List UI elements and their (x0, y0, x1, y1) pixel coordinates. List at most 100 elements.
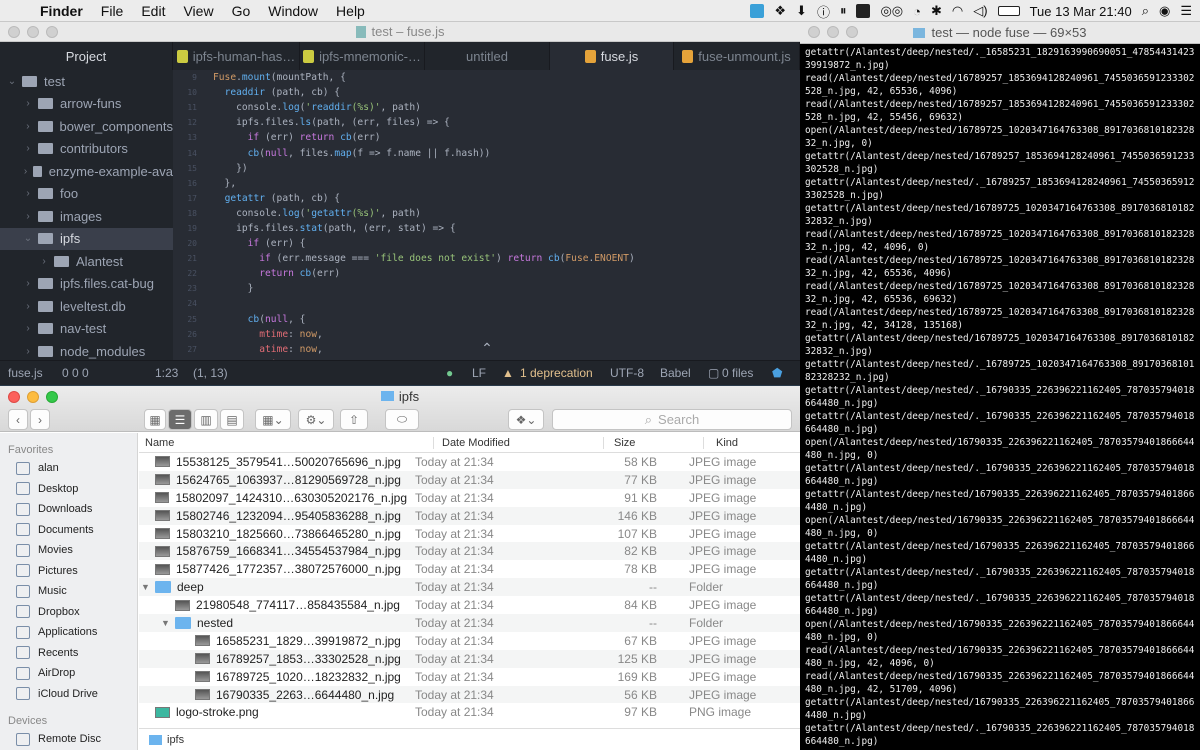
code-line[interactable]: 9 Fuse.mount(mountPath, { (173, 70, 800, 85)
sidebar-item-airdrop[interactable]: AirDrop (0, 663, 137, 684)
menu-edit[interactable]: Edit (132, 3, 174, 19)
status-cursor[interactable]: 1:23 (155, 366, 178, 380)
status-file-name[interactable]: fuse.js (8, 366, 43, 380)
zoom-button[interactable] (46, 26, 58, 38)
close-button[interactable] (8, 26, 20, 38)
glasses-icon[interactable]: ◎◎ (880, 3, 903, 19)
sidebar-item-dropbox[interactable]: Dropbox (0, 602, 137, 623)
code-line[interactable]: 23 } (173, 281, 800, 296)
tab-fuse-js[interactable]: fuse.js (550, 42, 674, 70)
file-row[interactable]: 15624765_1063937…81290569728_n.jpg Today … (139, 470, 800, 489)
sidebar-item-recents[interactable]: Recents (0, 643, 137, 664)
column-kind-header[interactable]: Kind (703, 436, 738, 449)
path-bar-item[interactable]: ipfs (167, 734, 184, 746)
file-row[interactable]: 16790335_2263…6644480_n.jpg Today at 21:3… (139, 685, 800, 704)
tree-item[interactable]: › node_modules (0, 340, 173, 360)
tree-item[interactable]: › ipfs.files.cat-bug (0, 273, 173, 296)
search-input[interactable]: ⌕ Search (552, 409, 792, 430)
menu-file[interactable]: File (92, 3, 133, 19)
cube-icon[interactable] (750, 4, 765, 18)
tags-button[interactable]: ⬭ (385, 409, 419, 430)
info-icon[interactable]: ⓘ (817, 2, 830, 21)
disclosure-triangle-icon[interactable]: ▼ (141, 582, 155, 592)
code-line[interactable]: 20 if (err) { (173, 236, 800, 251)
sidebar-item-music[interactable]: Music (0, 581, 137, 602)
battery-icon[interactable] (997, 6, 1020, 16)
status-grammar[interactable]: Babel (660, 366, 691, 380)
menu-app-finder[interactable]: Finder (36, 3, 92, 19)
tree-item[interactable]: › bower_components (0, 115, 173, 138)
tab-project[interactable]: Project (0, 42, 173, 70)
list-view-button[interactable]: ☰ (168, 409, 192, 430)
column-date-header[interactable]: Date Modified (433, 436, 603, 449)
arrange-button[interactable]: ▦⌄ (255, 409, 291, 430)
code-line[interactable]: 13 if (err) return cb(err) (173, 130, 800, 145)
folder-row[interactable]: ▼ nested Today at 21:34 -- Folder (139, 614, 800, 632)
squirrel-icon[interactable]: ⬟ (772, 366, 782, 380)
tree-item[interactable]: › enzyme-example-ava (0, 160, 173, 183)
tree-item[interactable]: › leveltest.db (0, 295, 173, 318)
sidebar-item-pictures[interactable]: Pictures (0, 561, 137, 582)
pause-icon[interactable]: ⏸ (840, 3, 847, 19)
file-row[interactable]: 15803210_1825660…73866465280_n.jpg Today … (139, 525, 800, 543)
sidebar-item-downloads[interactable]: Downloads (0, 499, 137, 520)
tab-untitled[interactable]: untitled (425, 42, 550, 70)
sidebar-item-remote-disc[interactable]: Remote Disc (0, 729, 137, 750)
folder-row[interactable]: ▼ deep Today at 21:34 -- Folder (139, 578, 800, 597)
back-button[interactable]: ‹ (8, 409, 28, 430)
code-line[interactable]: 12 ipfs.files.ls(path, (err, files) => { (173, 115, 800, 130)
tab-fuse-unmount[interactable]: fuse-unmount.js (674, 42, 800, 70)
file-row[interactable]: logo-stroke.png Today at 21:34 97 KB PNG im… (139, 703, 800, 721)
menu-window[interactable]: Window (259, 3, 327, 19)
column-size-header[interactable]: Size (603, 436, 703, 449)
file-row[interactable]: 15802097_1424310…630305202176_n.jpg Today… (139, 489, 800, 507)
sidebar-item-icloud-drive[interactable]: iCloud Drive (0, 684, 137, 705)
tab-ipfs-human-hash[interactable]: ipfs-human-has… (173, 42, 300, 70)
spotlight-icon[interactable]: ⌕ (1142, 3, 1149, 19)
tree-item[interactable]: › foo (0, 183, 173, 206)
dropbox-button[interactable]: ❖⌄ (508, 409, 544, 430)
clock[interactable]: Tue 13 Mar 21:40 (1030, 4, 1132, 19)
code-line[interactable]: 14 cb(null, files.map(f => f.name || f.h… (173, 145, 800, 160)
code-line[interactable]: 25 cb(null, { (173, 312, 800, 327)
user-icon[interactable]: ◉ (1159, 3, 1170, 19)
sidebar-item-alan[interactable]: alan (0, 458, 137, 479)
minimize-button[interactable] (27, 26, 39, 38)
code-editor[interactable]: 9 Fuse.mount(mountPath, {10 readdir (path… (173, 70, 800, 360)
file-row[interactable]: 16585231_1829…39919872_n.jpg Today at 21:… (139, 632, 800, 650)
code-line[interactable]: 15 }) (173, 161, 800, 176)
scroll-up-chevron-icon[interactable]: ⌃ (470, 340, 504, 360)
status-deprecation[interactable]: 1 deprecation (520, 366, 593, 380)
tree-item[interactable]: › images (0, 205, 173, 228)
wifi-icon[interactable]: ◠ (952, 3, 963, 19)
code-line[interactable]: 18 console.log('getattr(%s)', path) (173, 206, 800, 221)
sidebar-item-applications[interactable]: Applications (0, 622, 137, 643)
status-files[interactable]: 0 files (722, 366, 753, 380)
tree-item[interactable]: › contributors (0, 138, 173, 161)
tab-ipfs-mnemonic[interactable]: ipfs-mnemonic-… (300, 42, 425, 70)
sidebar-item-desktop[interactable]: Desktop (0, 479, 137, 500)
notification-center-icon[interactable]: ☰ (1180, 3, 1192, 19)
column-view-button[interactable]: ▥ (194, 409, 218, 430)
volume-icon[interactable]: ◁) (973, 3, 987, 19)
code-line[interactable]: 17 getattr (path, cb) { (173, 191, 800, 206)
dropbox-icon[interactable]: ❖ (774, 3, 786, 19)
sidebar-item-movies[interactable]: Movies (0, 540, 137, 561)
tree-item[interactable]: ⌄ test (0, 70, 173, 93)
status-issues[interactable]: 0 0 0 (62, 366, 89, 380)
status-encoding[interactable]: UTF-8 (610, 366, 644, 380)
download-icon[interactable]: ⬇ (796, 3, 807, 19)
menu-go[interactable]: Go (223, 3, 260, 19)
disclosure-triangle-icon[interactable]: ▼ (161, 618, 175, 628)
sync-icon[interactable]: ◔ (913, 4, 921, 19)
tree-item[interactable]: ⌄ ipfs (0, 227, 173, 250)
menu-help[interactable]: Help (327, 3, 374, 19)
gallery-view-button[interactable]: ▤ (220, 409, 244, 430)
forward-button[interactable]: › (30, 409, 50, 430)
status-line-ending[interactable]: LF (472, 366, 486, 380)
file-row[interactable]: 15802746_1232094…95405836288_n.jpg Today … (139, 506, 800, 525)
code-line[interactable]: 21 if (err.message === 'file does not ex… (173, 251, 800, 266)
code-line[interactable]: 11 console.log('readdir(%s)', path) (173, 100, 800, 115)
code-line[interactable]: 22 return cb(err) (173, 266, 800, 281)
file-row[interactable]: 16789257_1853…33302528_n.jpg Today at 21:… (139, 649, 800, 668)
